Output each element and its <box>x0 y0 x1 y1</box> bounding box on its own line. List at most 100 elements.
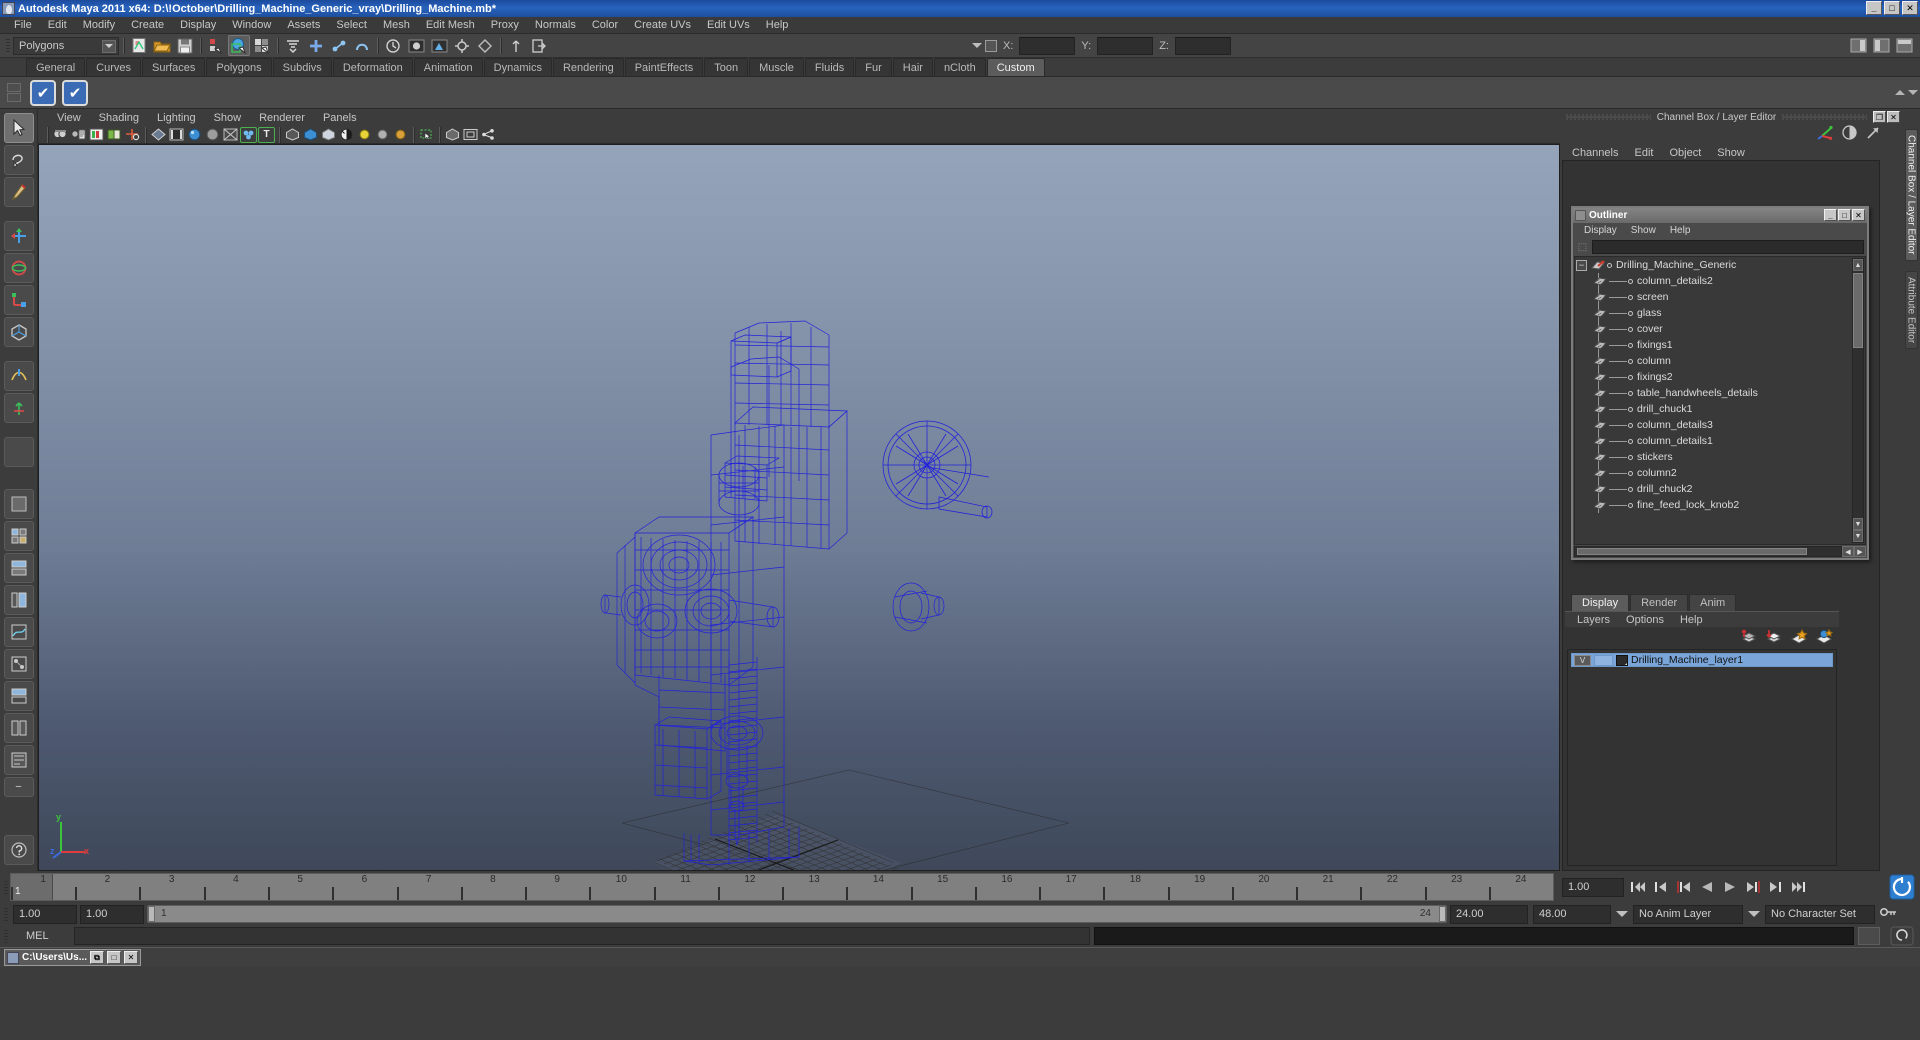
layer-name[interactable]: Drilling_Machine_layer1 <box>1631 654 1743 666</box>
shelf-tab-muscle[interactable]: Muscle <box>749 58 804 76</box>
tab-display[interactable]: Display <box>1571 594 1630 611</box>
shelf-tab-deformation[interactable]: Deformation <box>332 58 413 76</box>
help-line-icon[interactable] <box>3 835 34 865</box>
menu-create-uvs[interactable]: Create UVs <box>626 17 699 33</box>
menu-file[interactable]: File <box>6 17 40 33</box>
step-forward-key-icon[interactable] <box>1766 878 1785 896</box>
step-back-key-icon[interactable] <box>1651 878 1670 896</box>
command-input[interactable] <box>74 927 1090 945</box>
outliner-row[interactable]: fixings1 <box>1575 337 1865 353</box>
outliner-horizontal-scrollbar[interactable]: ◀ ▶ <box>1573 545 1867 558</box>
wireframe-shading-icon[interactable] <box>150 127 167 143</box>
layer-visibility-toggle[interactable]: V <box>1574 654 1591 666</box>
viewport-menu-view[interactable]: View <box>48 112 90 124</box>
range-start-field[interactable]: 1.00 <box>80 904 144 924</box>
save-scene-icon[interactable] <box>174 35 196 56</box>
hypershade-icon[interactable] <box>474 35 496 56</box>
channel-box-display-icon[interactable] <box>1841 124 1858 146</box>
outliner-row[interactable]: column_details1 <box>1575 433 1865 449</box>
outliner-row[interactable]: stickers <box>1575 449 1865 465</box>
construction-history-icon[interactable] <box>382 35 404 56</box>
vtab-channel-box-layer-editor[interactable]: Channel Box / Layer Editor <box>1904 129 1918 261</box>
layer-menu-layers[interactable]: Layers <box>1569 614 1618 626</box>
ipr-render-icon[interactable] <box>428 35 450 56</box>
render-current-frame-icon[interactable] <box>405 35 427 56</box>
frame-all-icon[interactable] <box>462 127 479 143</box>
viewport-menu-shading[interactable]: Shading <box>90 112 148 124</box>
current-frame-field[interactable]: 1.00 <box>1562 877 1624 897</box>
light-orange-icon[interactable] <box>392 127 409 143</box>
smooth-shade-selected-icon[interactable] <box>186 127 203 143</box>
panel-close-button[interactable]: ✕ <box>1887 111 1901 123</box>
view-four-panes-icon[interactable] <box>3 521 34 551</box>
lasso-tool-icon[interactable] <box>3 145 34 175</box>
new-layer-icon[interactable] <box>1790 628 1808 649</box>
smooth-shade-all-icon[interactable] <box>168 127 185 143</box>
outliner-row[interactable]: column <box>1575 353 1865 369</box>
current-time-indicator[interactable]: 1 <box>11 874 53 900</box>
shelf-tab-curves[interactable]: Curves <box>86 58 141 76</box>
outliner-row[interactable]: fixings2 <box>1575 369 1865 385</box>
view-hypershade-persp-icon[interactable] <box>3 649 34 679</box>
scroll-down-icon[interactable]: ▼ <box>1853 518 1863 530</box>
show-manipulators-icon[interactable] <box>1817 124 1834 146</box>
z-field[interactable] <box>1174 36 1231 55</box>
menu-select[interactable]: Select <box>328 17 375 33</box>
select-by-component-type-icon[interactable] <box>251 35 273 56</box>
isolate-select-icon[interactable] <box>418 127 435 143</box>
help-search-icon[interactable] <box>1884 926 1920 946</box>
menu-modify[interactable]: Modify <box>75 17 123 33</box>
light-yellow-icon[interactable] <box>356 127 373 143</box>
character-set-dropdown[interactable]: No Character Set <box>1765 904 1875 924</box>
range-end-field[interactable]: 24.00 <box>1450 904 1528 924</box>
shelf-tab-dynamics[interactable]: Dynamics <box>483 58 552 76</box>
shelf-tab-ncloth[interactable]: nCloth <box>933 58 986 76</box>
snap-to-curve-icon[interactable] <box>305 35 327 56</box>
step-back-frame-icon[interactable] <box>1674 878 1693 896</box>
hscroll-left-icon[interactable]: ◀ <box>1842 546 1854 557</box>
viewport-menu-panels[interactable]: Panels <box>314 112 366 124</box>
layer-menu-options[interactable]: Options <box>1618 614 1672 626</box>
show-manipulator-tool-icon[interactable] <box>3 393 34 423</box>
expander-icon[interactable]: − <box>1576 259 1587 271</box>
attribute-editor-arrow-icon[interactable] <box>1865 124 1882 146</box>
viewport-menu-show[interactable]: Show <box>205 112 251 124</box>
outliner-row[interactable]: column_details2 <box>1575 273 1865 289</box>
menu-window[interactable]: Window <box>224 17 279 33</box>
render-settings-icon[interactable] <box>451 35 473 56</box>
outliner-row[interactable]: glass <box>1575 305 1865 321</box>
show-hide-tool-settings-icon[interactable] <box>1893 35 1915 56</box>
outliner-row[interactable]: drill_chuck2 <box>1575 481 1865 497</box>
shelf-menu-icon[interactable] <box>7 83 21 92</box>
scroll-thumb[interactable] <box>1853 273 1863 348</box>
taskbar-maximize-button[interactable]: □ <box>107 951 122 964</box>
shelf-tabs-icon[interactable] <box>7 93 21 102</box>
scroll-up-icon[interactable]: ▲ <box>1853 259 1863 271</box>
cb-menu-edit[interactable]: Edit <box>1626 147 1661 159</box>
shelf-tab-general[interactable]: General <box>26 58 86 76</box>
shelf-tab-rendering[interactable]: Rendering <box>552 58 624 76</box>
grid-toggle-icon[interactable] <box>444 127 461 143</box>
perspective-viewport[interactable]: y x z <box>38 144 1560 871</box>
view-layout-more-icon[interactable]: − <box>3 777 34 797</box>
viewport-menu-lighting[interactable]: Lighting <box>148 112 205 124</box>
outliner-search-input[interactable] <box>1592 240 1864 254</box>
view-reference-editor-icon[interactable] <box>3 745 34 775</box>
exit-icon[interactable] <box>528 35 550 56</box>
key-icon[interactable] <box>1879 905 1898 923</box>
snap-to-grid-icon[interactable] <box>282 35 304 56</box>
taskbar-restore-button[interactable]: ⧉ <box>90 951 105 964</box>
xray-icon[interactable] <box>284 127 301 143</box>
script-editor-icon[interactable] <box>1858 927 1880 945</box>
show-manipulator-icon[interactable] <box>505 35 527 56</box>
move-layer-up-icon[interactable] <box>1740 628 1758 649</box>
view-single-perspective-icon[interactable] <box>3 489 34 519</box>
show-hide-sidebar-icon[interactable] <box>1847 35 1869 56</box>
range-left-handle[interactable] <box>148 906 155 922</box>
shelf-tab-fur[interactable]: Fur <box>855 58 892 76</box>
view-graph-editor-icon[interactable] <box>3 617 34 647</box>
go-to-end-icon[interactable] <box>1789 878 1808 896</box>
outliner-minimize-button[interactable]: _ <box>1824 209 1837 221</box>
paint-selection-tool-icon[interactable] <box>3 177 34 207</box>
outliner-close-button[interactable]: ✕ <box>1852 209 1865 221</box>
